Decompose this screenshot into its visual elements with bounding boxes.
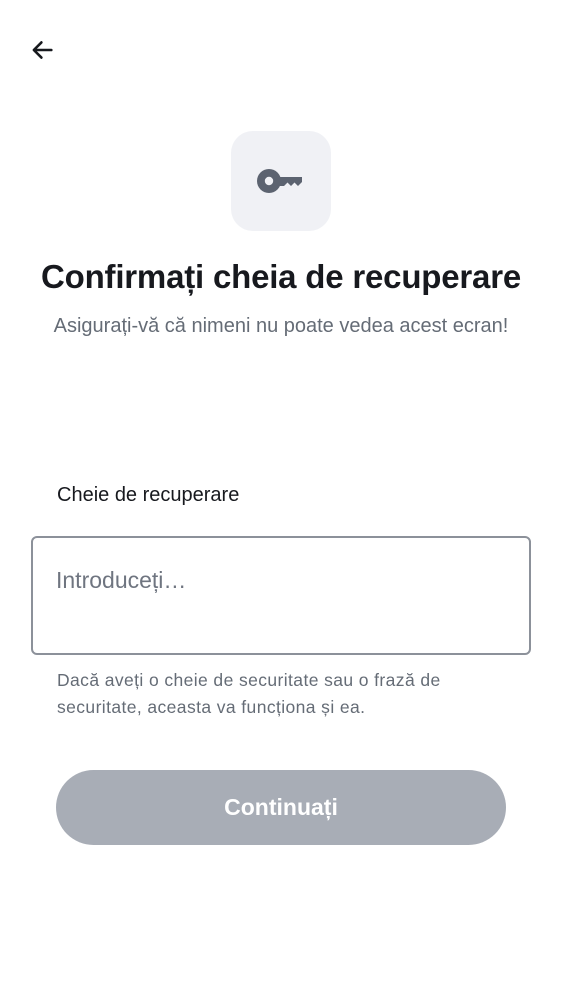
page-subtitle: Asigurați-vă că nimeni nu poate vedea ac…: [53, 315, 509, 337]
key-icon: [257, 169, 302, 193]
recovery-key-helper-text: Dacă aveți o cheie de securitate sau o f…: [57, 670, 441, 717]
recovery-key-field[interactable]: [31, 536, 531, 655]
page-title: Confirmați cheia de recuperare: [40, 258, 521, 295]
continue-button[interactable]: Continuați: [56, 770, 506, 845]
back-button[interactable]: [18, 26, 66, 74]
recovery-key-label: Cheie de recuperare: [57, 484, 240, 506]
arrow-left-icon: [32, 41, 53, 59]
key-icon-tile: [231, 131, 331, 231]
recovery-key-input[interactable]: [56, 564, 506, 596]
